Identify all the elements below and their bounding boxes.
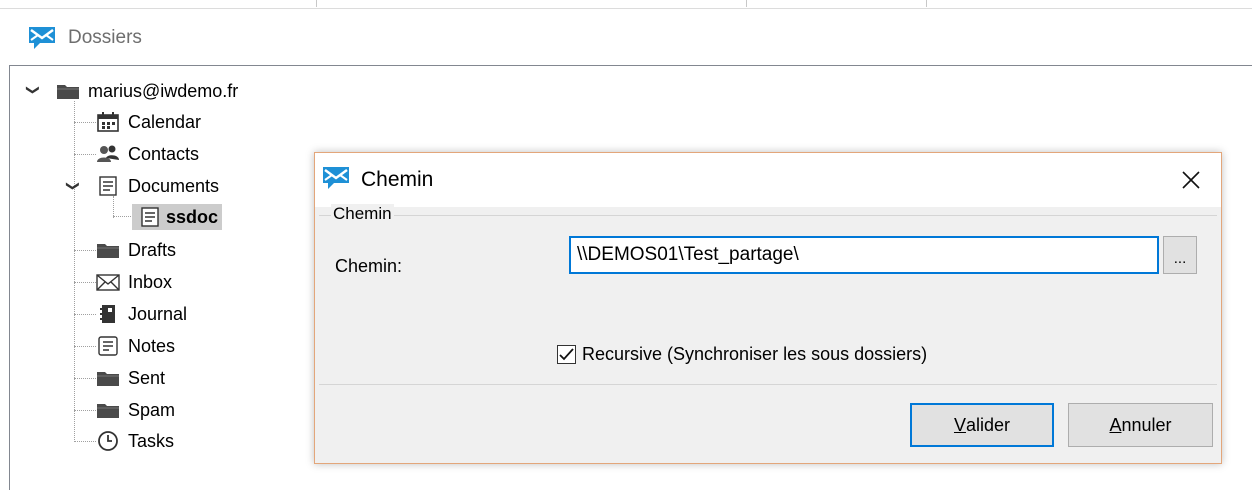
column-divider <box>316 0 317 7</box>
chemin-groupbox: Chemin Chemin: ... Recursive (Synchronis… <box>319 204 1217 385</box>
checkmark-icon <box>559 348 574 361</box>
tree-node-label: ssdoc <box>162 204 223 230</box>
mnemonic-letter: A <box>1109 414 1122 435</box>
mnemonic-letter: V <box>953 414 966 435</box>
tree-node-tasks[interactable]: Tasks <box>96 426 174 456</box>
button-label: alider <box>965 414 1011 435</box>
recursive-option[interactable]: Recursive (Synchroniser les sous dossier… <box>557 344 927 365</box>
tree-node-label: Documents <box>128 176 220 196</box>
tree-node-label: Notes <box>128 336 176 356</box>
browse-button[interactable]: ... <box>1163 236 1197 274</box>
note-icon <box>96 335 120 357</box>
tree-node-calendar[interactable]: Calendar <box>96 107 201 137</box>
button-label: nnuler <box>1121 414 1172 435</box>
document-icon <box>96 175 120 197</box>
close-icon <box>1182 171 1200 189</box>
tree-node-label: marius@iwdemo.fr <box>88 81 239 101</box>
app-logo-icon <box>323 167 349 189</box>
tree-node-notes[interactable]: Notes <box>96 331 175 361</box>
dossiers-header: Dossiers <box>0 9 1252 65</box>
column-divider <box>746 0 747 7</box>
tree-node-label: Drafts <box>128 240 177 260</box>
document-icon <box>132 204 162 230</box>
path-input[interactable] <box>569 236 1159 274</box>
clock-icon <box>96 430 120 452</box>
tree-node-label: Sent <box>128 368 166 388</box>
folder-icon <box>96 367 120 389</box>
folder-icon <box>96 399 120 421</box>
folder-icon <box>56 80 80 102</box>
recursive-checkbox[interactable] <box>557 345 576 364</box>
expand-chevron-icon[interactable]: ❯ <box>26 83 41 97</box>
dialog-title: Chemin <box>361 168 434 191</box>
expand-chevron-icon[interactable]: ❯ <box>66 179 81 193</box>
calendar-icon <box>96 111 120 133</box>
tree-node-label: Calendar <box>128 112 202 132</box>
annuler-button[interactable]: Annuler <box>1068 403 1213 447</box>
app-logo-icon <box>29 27 55 49</box>
tree-node-contacts[interactable]: Contacts <box>96 139 199 169</box>
tree-node-label: Journal <box>128 304 188 324</box>
tree-node-label: Spam <box>128 400 176 420</box>
tree-node-root[interactable]: marius@iwdemo.fr <box>56 76 238 106</box>
tree-node-documents[interactable]: Documents <box>96 171 219 201</box>
folder-icon <box>96 239 120 261</box>
contacts-icon <box>96 143 120 165</box>
dialog-titlebar[interactable]: Chemin <box>315 153 1221 207</box>
tree-node-label: Inbox <box>128 272 173 292</box>
panel-title: Dossiers <box>68 27 142 48</box>
tree-node-ssdoc[interactable]: ssdoc <box>132 202 223 232</box>
tree-node-spam[interactable]: Spam <box>96 395 175 425</box>
top-strip <box>0 0 1252 9</box>
tree-node-label: Tasks <box>128 431 175 451</box>
recursive-label: Recursive (Synchroniser les sous dossier… <box>582 344 928 364</box>
envelope-icon <box>96 271 120 293</box>
groupbox-legend: Chemin <box>331 204 394 224</box>
tree-node-inbox[interactable]: Inbox <box>96 267 172 297</box>
column-divider <box>926 0 927 7</box>
valider-button[interactable]: Valider <box>910 403 1054 447</box>
chemin-dialog: Chemin Chemin Chemin: ... Recursive (Syn… <box>314 152 1222 464</box>
tree-node-journal[interactable]: Journal <box>96 299 187 329</box>
path-label: Chemin: <box>335 256 403 276</box>
close-button[interactable] <box>1171 163 1211 197</box>
journal-icon <box>96 303 120 325</box>
tree-node-sent[interactable]: Sent <box>96 363 165 393</box>
tree-node-drafts[interactable]: Drafts <box>96 235 176 265</box>
tree-node-label: Contacts <box>128 144 200 164</box>
